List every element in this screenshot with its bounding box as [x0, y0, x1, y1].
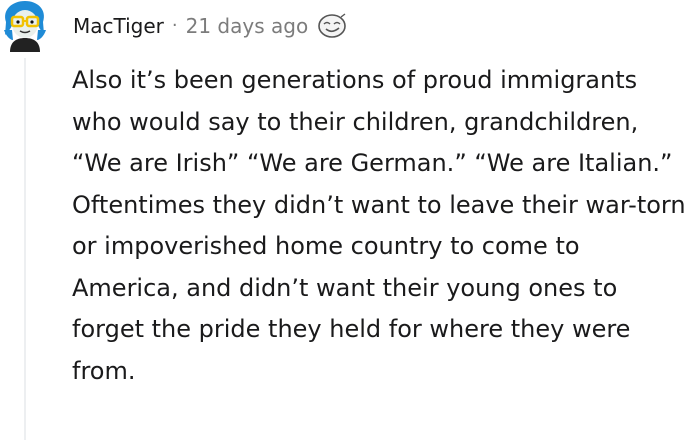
avatar[interactable]	[0, 0, 50, 52]
thread-line[interactable]	[24, 58, 26, 440]
comment-body: Also it’s been generations of proud immi…	[72, 66, 686, 385]
user-avatar-icon	[4, 1, 46, 52]
comment: MacTiger · 21 days ago Also it’s been ge…	[0, 0, 700, 440]
comment-header: MacTiger · 21 days ago	[73, 12, 348, 40]
username[interactable]: MacTiger	[73, 12, 164, 40]
meta-separator: ·	[171, 15, 178, 36]
timestamp[interactable]: 21 days ago	[186, 12, 309, 40]
award-icon[interactable]	[316, 13, 348, 39]
